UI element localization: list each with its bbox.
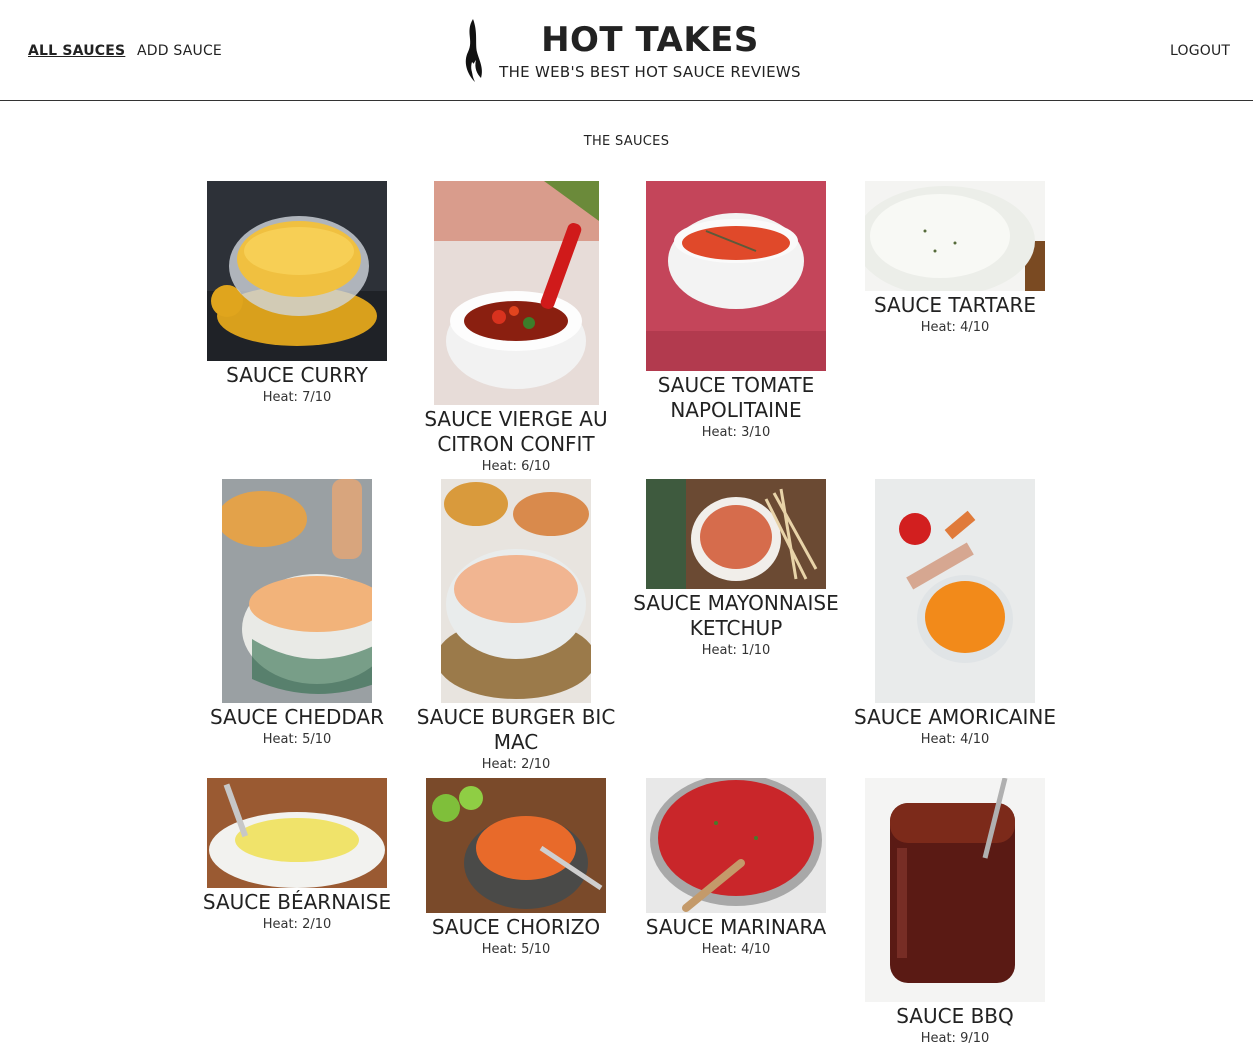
sauce-name: SAUCE CHORIZO [431,915,601,939]
sauce-heat: Heat: 1/10 [701,643,771,658]
sauce-card[interactable]: SAUCE BÉARNAISE Heat: 2/10 [187,778,407,932]
sauce-heat: Heat: 2/10 [481,757,551,772]
sauce-heat: Heat: 4/10 [920,732,990,747]
sauce-name: SAUCE TOMATE NAPOLITAINE [657,373,815,422]
logout-link[interactable]: LOGOUT [1170,43,1230,59]
sauce-card[interactable]: SAUCE BURGER BIC MAC Heat: 2/10 [406,479,626,772]
sauce-card[interactable]: SAUCE VIERGE AU CITRON CONFIT Heat: 6/10 [406,181,626,474]
sauce-heat: Heat: 7/10 [262,390,332,405]
sauce-card[interactable]: SAUCE CHORIZO Heat: 5/10 [406,778,626,957]
sauce-card[interactable]: SAUCE TARTARE Heat: 4/10 [845,181,1065,335]
sauce-name: SAUCE MAYONNAISE KETCHUP [633,591,839,640]
sauce-name: SAUCE CURRY [226,363,368,387]
sauce-heat: Heat: 5/10 [481,942,551,957]
sauce-vierge-photo [433,181,599,405]
sauce-card[interactable]: SAUCE MARINARA Heat: 4/10 [626,778,846,957]
burger-sauce-photo [441,479,591,703]
site-header: ALL SAUCES ADD SAUCE HOT TAKES THE WEB'S… [0,0,1253,101]
nav-add-sauce[interactable]: ADD SAUCE [137,43,222,59]
mayo-ketchup-photo [646,479,826,589]
sauce-name: SAUCE VIERGE AU CITRON CONFIT [424,407,608,456]
bbq-sauce-photo [865,778,1045,1002]
site-title: HOT TAKES [541,20,759,60]
sauce-heat: Heat: 5/10 [262,732,332,747]
sauce-heat: Heat: 4/10 [920,320,990,335]
sauce-name: SAUCE AMORICAINE [854,705,1056,729]
sauce-heat: Heat: 3/10 [701,425,771,440]
sauce-card[interactable]: SAUCE BBQ Heat: 9/10 [845,778,1065,1046]
sauce-heat: Heat: 6/10 [481,459,551,474]
sauce-name: SAUCE TARTARE [873,293,1036,317]
sauce-card[interactable]: SAUCE TOMATE NAPOLITAINE Heat: 3/10 [626,181,846,440]
sauce-card[interactable]: SAUCE MAYONNAISE KETCHUP Heat: 1/10 [626,479,846,658]
chorizo-sauce-photo [426,778,606,913]
sauce-card[interactable]: SAUCE CHEDDAR Heat: 5/10 [187,479,407,747]
sauce-name: SAUCE BÉARNAISE [202,890,392,914]
sauce-heat: Heat: 9/10 [920,1031,990,1046]
americaine-sauce-photo [875,479,1035,703]
tomato-sauce-photo [646,181,826,371]
nav-all-sauces[interactable]: ALL SAUCES [28,43,125,59]
sauce-name: SAUCE MARINARA [645,915,827,939]
marinara-sauce-photo [646,778,826,913]
section-title: THE SAUCES [583,134,670,149]
tartare-sauce-photo [865,181,1045,291]
site-subtitle: THE WEB'S BEST HOT SAUCE REVIEWS [499,63,801,81]
sauce-name: SAUCE CHEDDAR [209,705,384,729]
sauce-card[interactable]: SAUCE AMORICAINE Heat: 4/10 [845,479,1065,747]
cheddar-sauce-photo [222,479,372,703]
sauce-card[interactable]: SAUCE CURRY Heat: 7/10 [187,181,407,405]
bearnaise-sauce-photo [207,778,387,888]
curry-sauce-photo [207,181,387,361]
sauce-heat: Heat: 2/10 [262,917,332,932]
sauce-heat: Heat: 4/10 [701,942,771,957]
sauce-name: SAUCE BBQ [896,1004,1014,1028]
sauce-name: SAUCE BURGER BIC MAC [416,705,616,754]
